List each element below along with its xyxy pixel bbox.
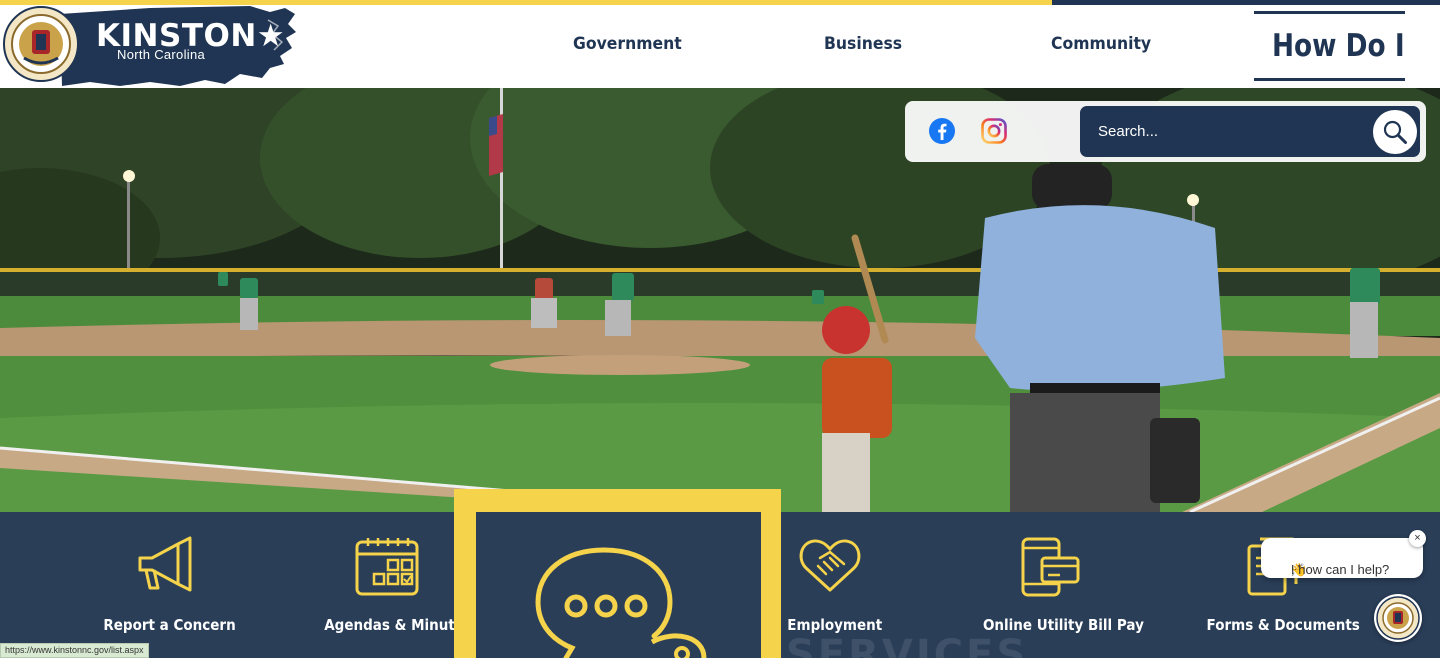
handshake-icon [799, 539, 861, 592]
search-input[interactable] [1092, 114, 1362, 148]
magnifier-icon [1383, 120, 1407, 144]
quick-link-agendas-minutes[interactable]: Agendas & Minutes [310, 512, 473, 658]
nav-how-do-i-label: How Do I [1272, 28, 1405, 64]
megaphone-icon [138, 536, 192, 592]
quick-link-label: Report a Concern [103, 616, 236, 634]
logo-state-name: North Carolina [117, 47, 206, 62]
header-accent-bar-dark [1052, 0, 1440, 5]
quick-link-label: Forms & Documents [1206, 616, 1360, 634]
quick-link-featured-card[interactable] [454, 489, 781, 658]
nav-government[interactable]: Government [573, 34, 682, 54]
services-ghost-heading: SERVICES [786, 632, 1029, 658]
phone-card-icon [1021, 537, 1080, 597]
quick-link-label: Agendas & Minutes [324, 616, 473, 634]
nav-business[interactable]: Business [824, 34, 902, 54]
featured-card-inner [476, 512, 761, 658]
city-seal-icon [3, 6, 79, 82]
chat-launcher-button[interactable] [1374, 594, 1422, 642]
chat-bubbles-icon [535, 547, 707, 658]
quick-link-report-concern[interactable]: Report a Concern [80, 512, 250, 658]
nav-community[interactable]: Community [1051, 34, 1151, 54]
quick-link-forms-documents[interactable]: Forms & Documents [1196, 512, 1360, 658]
facebook-icon[interactable] [929, 118, 955, 144]
instagram-icon[interactable] [981, 118, 1007, 144]
calendar-icon [355, 538, 419, 596]
status-bar-url: https://www.kinstonnc.gov/list.aspx [0, 643, 149, 658]
city-seal-icon [1376, 596, 1420, 640]
search-button[interactable] [1373, 110, 1417, 154]
nav-how-do-i[interactable]: How Do I [1254, 11, 1405, 81]
chat-greeting-bubble[interactable]: Hi 👋, how can I help? [1261, 538, 1423, 578]
chat-close-icon[interactable]: × [1409, 530, 1426, 547]
site-header: KINSTON★ North Carolina Government Busin… [0, 0, 1440, 88]
